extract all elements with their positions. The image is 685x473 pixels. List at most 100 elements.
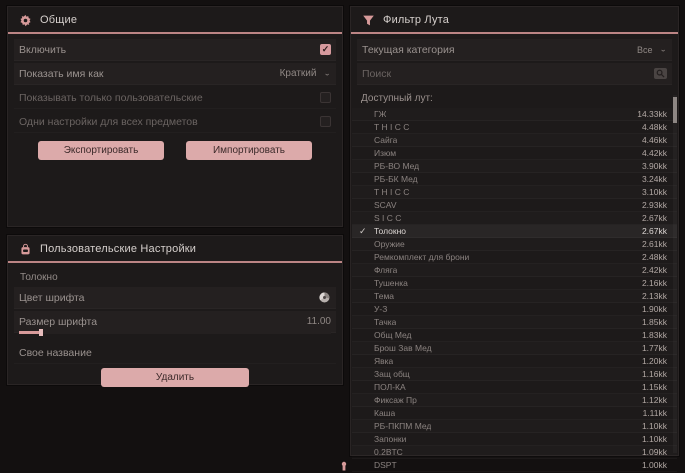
search-icon[interactable] (654, 68, 667, 79)
loot-row[interactable]: ✓ Фляга 2.42kk (352, 264, 677, 277)
loot-row[interactable]: ✓ Фиксаж Пр 1.12kk (352, 394, 677, 407)
loot-item-name: Явка (374, 356, 393, 366)
only-custom-checkbox[interactable]: ✓ (320, 92, 331, 103)
same-settings-checkbox[interactable]: ✓ (320, 116, 331, 127)
export-button[interactable]: Экспортировать (38, 141, 164, 160)
chevron-down-icon: ⌄ (323, 69, 331, 78)
loot-item-name: РБ-ВО Мед (374, 161, 419, 171)
loot-row[interactable]: ✓ Тачка 1.85kk (352, 316, 677, 329)
loot-row[interactable]: ✓ Оружие 2.61kk (352, 238, 677, 251)
loot-item-name: Защ общ (374, 369, 410, 379)
loot-item-name: Тушенка (374, 278, 408, 288)
delete-button[interactable]: Удалить (101, 368, 249, 387)
loot-item-name: РБ-ПКПМ Мед (374, 421, 431, 431)
loot-row[interactable]: ✓ Явка 1.20kk (352, 355, 677, 368)
loot-item-name: У-З (374, 304, 387, 314)
loot-item-value: 2.13kk (642, 291, 667, 301)
loot-row[interactable]: ✓ S I C C 2.67kk (352, 212, 677, 225)
loot-item-value: 1.77kk (642, 343, 667, 353)
general-panel-header: Общие (8, 7, 342, 34)
drag-handle-icon[interactable] (340, 461, 348, 471)
user-settings-title: Пользовательские Настройки (40, 243, 196, 255)
loot-item-value: 1.20kk (642, 356, 667, 366)
loot-item-name: Каша (374, 408, 395, 418)
loot-scrollbar-thumb[interactable] (673, 97, 677, 123)
loot-item-value: 14.33kk (637, 109, 667, 119)
slider-fill (19, 331, 41, 334)
loot-row[interactable]: ✓ Изюм 4.42kk (352, 147, 677, 160)
search-row[interactable]: Поиск (357, 63, 672, 85)
slider-handle[interactable] (39, 329, 43, 336)
loot-item-name: Фляга (374, 265, 397, 275)
search-input[interactable]: Поиск (362, 68, 391, 80)
color-wheel-icon[interactable] (317, 291, 331, 305)
font-size-slider[interactable] (14, 331, 336, 336)
general-panel: Общие Включить ✓ Показать имя как Кратки… (7, 6, 343, 227)
loot-row[interactable]: ✓ ПОЛ-КА 1.15kk (352, 381, 677, 394)
loot-row[interactable]: ✓ Ремкомплект для брони 2.48kk (352, 251, 677, 264)
loot-item-name: Брош Зав Мед (374, 343, 432, 353)
selected-item-name: Толокно (14, 269, 336, 287)
show-name-value: Краткий (280, 68, 317, 79)
same-settings-row: Одни настройки для всех предметов ✓ (14, 111, 336, 133)
available-loot-label: Доступный лут: (351, 87, 678, 108)
loot-row[interactable]: ✓ РБ-ПКПМ Мед 1.10kk (352, 420, 677, 433)
custom-name-input[interactable]: Свое название (19, 347, 92, 359)
loot-item-value: 2.67kk (642, 226, 667, 236)
category-row: Текущая категория Все ⌄ (357, 39, 672, 61)
loot-item-value: 1.83kk (642, 330, 667, 340)
show-name-label: Показать имя как (19, 68, 104, 80)
loot-row[interactable]: ✓ SCAV 2.93kk (352, 199, 677, 212)
loot-item-name: Общ Мед (374, 330, 412, 340)
category-dropdown[interactable]: Все ⌄ (637, 44, 667, 55)
show-name-row: Показать имя как Краткий ⌄ (14, 63, 336, 85)
loot-scrollbar[interactable] (673, 95, 677, 453)
loot-item-value: 2.16kk (642, 278, 667, 288)
loot-item-name: Изюм (374, 148, 396, 158)
font-size-label: Размер шрифта (19, 316, 97, 328)
gear-icon (18, 13, 32, 27)
loot-item-value: 2.48kk (642, 252, 667, 262)
show-name-dropdown[interactable]: Краткий ⌄ (280, 68, 331, 79)
loot-row[interactable]: ✓ Общ Мед 1.83kk (352, 329, 677, 342)
user-settings-panel: Пользовательские Настройки Толокно Цвет … (7, 235, 343, 385)
loot-row[interactable]: ✓ ГЖ 14.33kk (352, 108, 677, 121)
loot-row[interactable]: ✓ Т Н I С С 3.10kk (352, 186, 677, 199)
loot-row[interactable]: ✓ 0.2BTC 1.09kk (352, 446, 677, 459)
loot-item-value: 1.09kk (642, 447, 667, 457)
loot-item-value: 4.42kk (642, 148, 667, 158)
loot-row[interactable]: ✓ Т Н I С С 4.48kk (352, 121, 677, 134)
loot-item-value: 1.15kk (642, 382, 667, 392)
loot-row[interactable]: ✓ РБ-ВО Мед 3.90kk (352, 160, 677, 173)
loot-row[interactable]: ✓ У-З 1.90kk (352, 303, 677, 316)
loot-row[interactable]: ✓ Запонки 1.10kk (352, 433, 677, 446)
loot-item-value: 2.67kk (642, 213, 667, 223)
loot-row[interactable]: ✓ РБ-БК Мед 3.24kk (352, 173, 677, 186)
loot-row[interactable]: ✓ DSPT 1.00kk (352, 459, 677, 472)
loot-filter-panel: Фильтр Лута Текущая категория Все ⌄ Поис… (350, 6, 679, 456)
loot-item-value: 1.90kk (642, 304, 667, 314)
loot-row[interactable]: ✓ Брош Зав Мед 1.77kk (352, 342, 677, 355)
funnel-icon (361, 13, 375, 27)
loot-row[interactable]: ✓ Тема 2.13kk (352, 290, 677, 303)
loot-item-name: 0.2BTC (374, 447, 403, 457)
loot-item-name: РБ-БК Мед (374, 174, 418, 184)
loot-row[interactable]: ✓ Тушенка 2.16kk (352, 277, 677, 290)
enable-checkbox[interactable]: ✓ (320, 44, 331, 55)
loot-item-value: 1.16kk (642, 369, 667, 379)
loot-item-name: S I C C (374, 213, 401, 223)
loot-item-value: 2.61kk (642, 239, 667, 249)
loot-filter-header: Фильтр Лута (351, 7, 678, 34)
category-value: Все (637, 45, 653, 55)
loot-row[interactable]: ✓ Каша 1.11kk (352, 407, 677, 420)
only-custom-label: Показывать только пользовательские (19, 92, 203, 104)
import-button[interactable]: Импортировать (186, 141, 312, 160)
loot-item-name: ПОЛ-КА (374, 382, 406, 392)
loot-row[interactable]: ✓ Толокно 2.67kk (352, 225, 677, 238)
loot-row[interactable]: ✓ Защ общ 1.16kk (352, 368, 677, 381)
font-size-row: Размер шрифта 11.00 (14, 311, 336, 333)
same-settings-label: Одни настройки для всех предметов (19, 116, 198, 128)
loot-row[interactable]: ✓ Сайга 4.46kk (352, 134, 677, 147)
loot-item-name: Фиксаж Пр (374, 395, 417, 405)
loot-item-name: Ремкомплект для брони (374, 252, 469, 262)
